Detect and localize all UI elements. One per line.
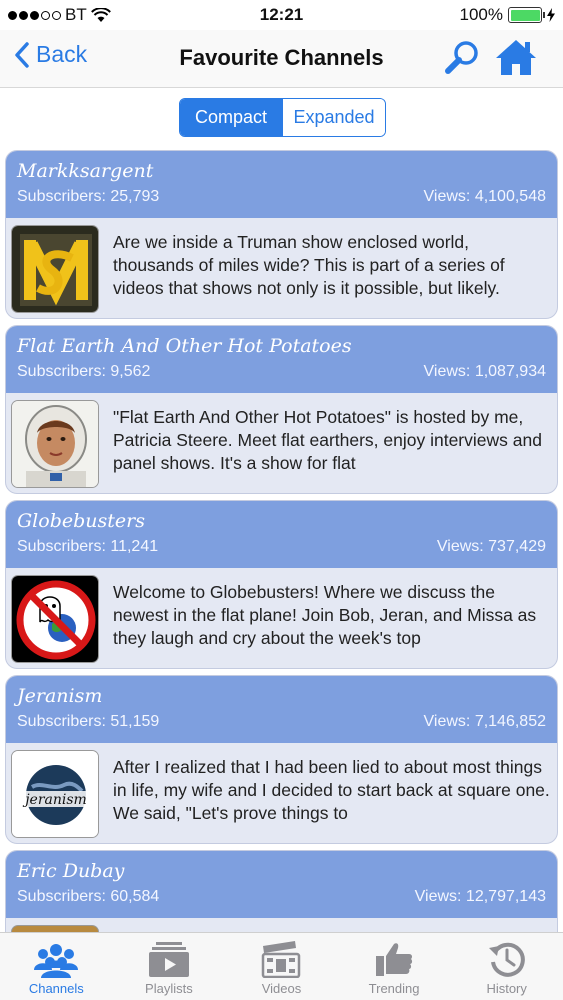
channel-description: "Flat Earth And Other Hot Potatoes" is h… [113,407,542,473]
astronaut-portrait [12,401,98,487]
status-bar: BT 12:21 100% [0,0,563,30]
thumbs-up-icon [376,943,413,976]
tab-label: Trending [368,981,420,996]
channel-name: Globebusters [17,510,145,532]
search-button[interactable] [444,39,482,82]
tab-videos[interactable]: Videos [225,933,338,1000]
tab-channels[interactable]: Channels [0,933,113,1000]
charging-bolt-icon [547,8,555,22]
jeranism-logo: jeranism [12,751,98,837]
subscriber-count: Subscribers: 9,562 [17,363,151,380]
view-count: Views: 4,100,548 [423,188,546,205]
channel-card[interactable]: Markksargent Subscribers: 25,793 Views: … [5,150,558,319]
navigation-bar: Back Favourite Channels [0,30,563,88]
back-label: Back [36,41,88,67]
ms-monogram-logo [12,226,98,312]
tab-trending[interactable]: Trending [338,933,451,1000]
battery-status: 100% [460,5,555,25]
tab-playlists[interactable]: Playlists [113,933,226,1000]
channel-name: Markksargent [17,160,154,182]
channel-card-body [6,918,557,932]
channel-card[interactable]: Jeranism Subscribers: 51,159 Views: 7,14… [5,675,558,844]
channel-card[interactable]: Flat Earth And Other Hot Potatoes Subscr… [5,325,558,494]
tab-label: Videos [261,981,302,996]
channel-card[interactable]: Eric Dubay Subscribers: 60,584 Views: 12… [5,850,558,932]
channel-thumbnail: jeranism [11,750,99,838]
tab-label: Channels [28,981,84,996]
playlist-icon [148,942,189,977]
channel-name: Jeranism [17,685,103,707]
search-icon [445,41,478,74]
tab-label: History [486,981,527,996]
channel-thumbnail [11,400,99,488]
globebusters-logo [12,576,98,662]
subscriber-count: Subscribers: 11,241 [17,538,159,555]
channel-description: After I realized that I had been lied to… [113,757,550,823]
people-icon [34,944,79,978]
tab-history[interactable]: History [450,933,563,1000]
channel-card-header: Globebusters Subscribers: 11,241 Views: … [6,501,557,568]
chevron-left-icon [15,41,29,68]
subscriber-count: Subscribers: 60,584 [17,888,160,905]
battery-percent: 100% [459,5,503,24]
channel-name: Eric Dubay [17,860,125,882]
history-icon [488,942,525,977]
channel-card-header: Flat Earth And Other Hot Potatoes Subscr… [6,326,557,393]
tab-label: Playlists [145,981,193,996]
channel-description: Are we inside a Truman show enclosed wor… [113,232,505,298]
battery-icon [508,7,545,23]
channel-card[interactable]: Globebusters Subscribers: 11,241 Views: … [5,500,558,669]
jeranism-logo-text: jeranism [22,792,87,808]
tab-bar: Channels Playlists Videos Trending Histo… [0,932,563,1000]
channel-card-body: Welcome to Globebusters! Where we discus… [6,568,557,668]
back-button[interactable]: Back [14,41,87,68]
home-icon [496,40,536,75]
channel-card-body: jeranism After I realized that I had bee… [6,743,557,843]
view-count: Views: 737,429 [436,538,546,555]
home-button[interactable] [494,37,538,82]
segment-expanded[interactable]: Expanded [282,99,385,136]
clapperboard-icon [262,941,301,978]
channel-card-body: "Flat Earth And Other Hot Potatoes" is h… [6,393,557,493]
view-count: Views: 7,146,852 [423,713,546,730]
channel-thumbnail [11,575,99,663]
channel-card-header: Eric Dubay Subscribers: 60,584 Views: 12… [6,851,557,918]
view-count: Views: 12,797,143 [414,888,546,905]
channel-card-body: Are we inside a Truman show enclosed wor… [6,218,557,318]
channel-description: Welcome to Globebusters! Where we discus… [113,582,537,648]
channel-list[interactable]: Markksargent Subscribers: 25,793 Views: … [0,150,563,932]
segment-compact[interactable]: Compact [180,99,282,136]
view-mode-segmented-control: Compact Expanded [179,98,386,137]
subscriber-count: Subscribers: 51,159 [17,713,160,730]
channel-name: Flat Earth And Other Hot Potatoes [17,335,352,357]
channel-thumbnail [11,925,99,932]
channel-card-header: Jeranism Subscribers: 51,159 Views: 7,14… [6,676,557,743]
channel-thumbnail [11,225,99,313]
view-count: Views: 1,087,934 [423,363,546,380]
channel-card-header: Markksargent Subscribers: 25,793 Views: … [6,151,557,218]
subscriber-count: Subscribers: 25,793 [17,188,160,205]
